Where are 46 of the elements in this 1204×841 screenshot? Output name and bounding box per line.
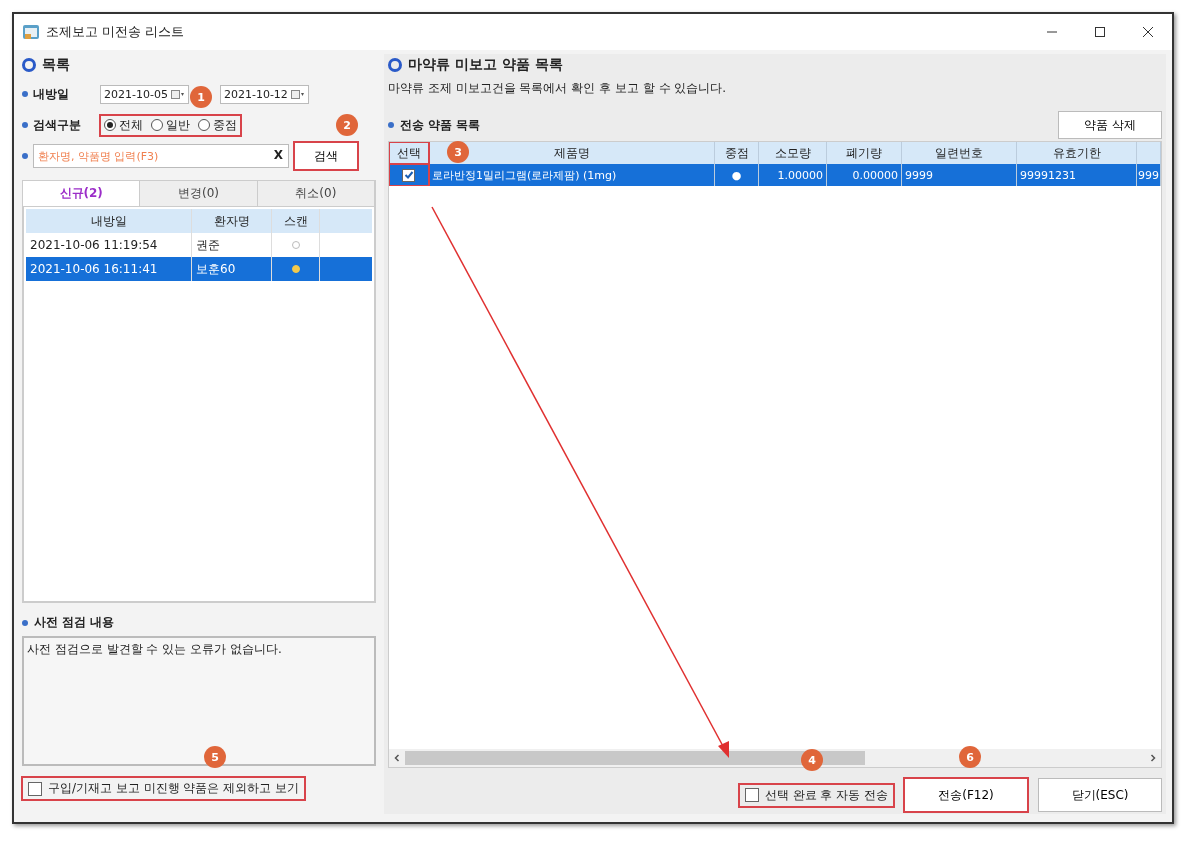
date-field[interactable]: 2021-10-05 — [100, 84, 189, 104]
auto-send-checkbox[interactable]: 선택 완료 후 자동 전송 — [738, 783, 894, 807]
section-icon — [22, 58, 36, 72]
description-text: 마약류 조제 미보고건을 목록에서 확인 후 보고 할 수 있습니다. — [388, 80, 728, 97]
close-button[interactable]: 닫기(ESC) — [1038, 778, 1162, 812]
send-button[interactable]: 전송(F12) — [904, 778, 1028, 812]
section-heading: 마약류 미보고 약품 목록 — [408, 56, 563, 74]
checkbox[interactable] — [402, 168, 415, 182]
section-heading: 목록 — [42, 56, 70, 74]
window-title: 조제보고 미전송 리스트 — [46, 23, 185, 41]
bullet-icon — [22, 91, 28, 97]
column-header: 내방일 — [26, 209, 192, 233]
bullet-icon — [22, 122, 28, 128]
scroll-right-icon[interactable] — [1149, 754, 1157, 762]
column-header: 환자명 — [192, 209, 272, 233]
column-header: 스캔 — [272, 209, 320, 233]
tab[interactable]: 신규(2) — [23, 181, 141, 206]
calendar-dropdown-icon[interactable] — [170, 89, 185, 99]
maximize-icon[interactable] — [1094, 26, 1106, 38]
bullet-icon — [22, 619, 28, 626]
bullet-icon — [22, 153, 28, 159]
date-field[interactable]: 2021-10-12 — [219, 84, 309, 104]
calendar-dropdown-icon[interactable] — [290, 89, 305, 99]
delete-button[interactable]: 약품 삭제 — [1058, 111, 1162, 139]
clear-button[interactable]: X — [273, 148, 283, 162]
radio-option[interactable]: 중점 — [198, 116, 237, 134]
scroll-left-icon[interactable] — [393, 754, 401, 762]
table-row[interactable]: 2021-10-06 16:11:41 보훈60 — [26, 257, 372, 281]
horizontal-scrollbar[interactable] — [389, 749, 1161, 767]
radio-option[interactable]: 전체 — [104, 116, 143, 134]
field-label: 검색구분 — [33, 116, 82, 134]
check-result-text: 사전 점검으로 발견할 수 있는 오류가 없습니다. — [27, 642, 282, 656]
tab[interactable]: 변경(0) — [140, 181, 258, 206]
section-heading: 사전 점검 내용 — [34, 614, 115, 631]
column-header: 선택 — [389, 142, 429, 164]
section-icon — [388, 58, 402, 72]
exclude-checkbox[interactable]: 구입/기재고 보고 미진행 약품은 제외하고 보기 — [22, 777, 306, 800]
search-button[interactable]: 검색 — [294, 142, 358, 170]
section-heading: 전송 약품 목록 — [400, 116, 481, 134]
app-icon — [22, 23, 40, 41]
field-label: 내방일 — [33, 85, 70, 103]
tab[interactable]: 취소(0) — [257, 181, 375, 206]
close-icon[interactable] — [1142, 26, 1154, 38]
radio-option[interactable]: 일반 — [151, 116, 190, 134]
table-row[interactable]: 로라반정1밀리그램(로라제팜) (1mg) ● 1.00000 0.00000 9999 99991231 999 — [389, 164, 1161, 186]
bullet-icon — [388, 122, 394, 128]
